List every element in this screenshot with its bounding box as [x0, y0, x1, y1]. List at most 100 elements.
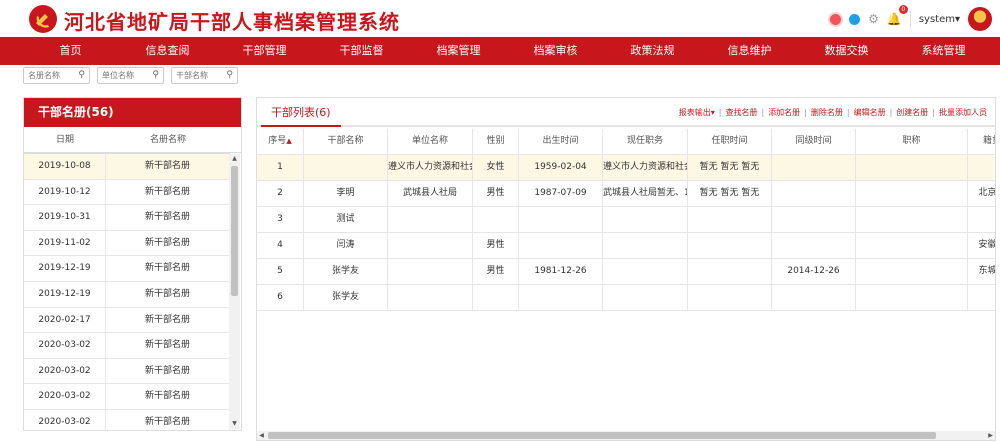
nav-home[interactable]: 首页 [22, 37, 119, 65]
cell-birth-date: 1987-07-09 [519, 181, 603, 206]
table-row[interactable]: 1 遵义市人力资源和社会保障局 女性 1959-02-04 遵义市人力资源和社会… [257, 155, 995, 181]
nav-cadre-management[interactable]: 干部管理 [216, 37, 313, 65]
nav-system-management[interactable]: 系统管理 [895, 37, 992, 65]
cell-roster-name: 新干部名册 [106, 281, 230, 307]
column-header-appointment-date[interactable]: 任职时间 [688, 129, 772, 154]
nav-cadre-supervision[interactable]: 干部监督 [313, 37, 410, 65]
table-row[interactable]: 2019-10-08 新干部名册 [24, 154, 230, 180]
cell-native-place [968, 155, 995, 180]
scroll-down-icon[interactable]: ▼ [229, 419, 240, 429]
table-row[interactable]: 2019-10-31 新干部名册 [24, 205, 230, 231]
scroll-up-icon[interactable]: ▲ [229, 154, 240, 164]
cell-current-position [603, 285, 688, 310]
tab-cadre-list[interactable]: 干部列表(6) [261, 98, 341, 127]
table-row[interactable]: 2020-03-02 新干部名册 [24, 333, 230, 359]
scroll-left-icon[interactable]: ◀ [257, 431, 266, 440]
roster-name-input[interactable] [24, 68, 76, 83]
cell-birth-date [519, 207, 603, 232]
cell-unit-name: 武城县人社局 [388, 181, 473, 206]
table-row[interactable]: 2 李明 武城县人社局 男性 1987-07-09 武城县人社局暂无、1 暂无 … [257, 181, 995, 207]
user-menu[interactable]: system▾ [919, 14, 960, 25]
cell-title [856, 233, 968, 258]
red-status-dot-icon[interactable] [830, 13, 842, 25]
cadre-table: 序号▲ 干部名称 单位名称 性别 出生时间 现任职务 任职时间 同级时间 职称 … [257, 129, 995, 311]
bell-icon[interactable]: 🔔 0 [887, 5, 908, 26]
nav-info-query[interactable]: 信息查阅 [119, 37, 216, 65]
table-row[interactable]: 2019-12-19 新干部名册 [24, 281, 230, 308]
column-header-current-position[interactable]: 现任职务 [603, 129, 688, 154]
cell-index: 4 [257, 233, 304, 258]
cell-roster-name: 新干部名册 [106, 333, 230, 358]
nav-data-exchange[interactable]: 数据交换 [798, 37, 895, 65]
cell-index: 6 [257, 285, 304, 310]
column-header-native-place[interactable]: 籍贯 [968, 129, 995, 154]
search-icon[interactable]: ⚲ [152, 70, 159, 80]
table-row[interactable]: 2020-03-02 新干部名册 [24, 384, 230, 410]
table-row[interactable]: 2020-03-02 新干部名册 [24, 409, 230, 430]
column-header-same-level-date[interactable]: 同级时间 [772, 129, 856, 154]
table-row[interactable]: 3 测试 [257, 207, 995, 233]
cell-date: 2019-11-02 [24, 230, 106, 256]
table-row[interactable]: 2019-12-19 新干部名册 [24, 256, 230, 282]
cell-gender: 男性 [473, 259, 519, 284]
column-header-date[interactable]: 日期 [24, 127, 106, 152]
cell-cadre-name: 测试 [304, 207, 388, 232]
column-header-title[interactable]: 职称 [856, 129, 968, 154]
search-icon[interactable]: ⚲ [78, 70, 85, 80]
cell-same-level-date [772, 233, 856, 258]
search-icon[interactable]: ⚲ [226, 70, 233, 80]
column-header-roster-name[interactable]: 名册名称 [106, 127, 230, 152]
table-row[interactable]: 2020-03-02 新干部名册 [24, 358, 230, 385]
table-row[interactable]: 5 张学友 男性 1981-12-26 2014-12-26 东城区 [257, 259, 995, 285]
nav-policy[interactable]: 政策法规 [604, 37, 701, 65]
table-row[interactable]: 4 闫涛 男性 安徽省 [257, 233, 995, 259]
column-header-birth-date[interactable]: 出生时间 [519, 129, 603, 154]
cell-cadre-name [304, 155, 388, 180]
cell-date: 2020-02-17 [24, 307, 106, 333]
cell-native-place: 安徽省 [968, 233, 995, 258]
edit-roster-link[interactable]: 编辑名册 [854, 98, 886, 128]
find-roster-link[interactable]: 查找名册 [725, 98, 757, 128]
roster-table-header: 日期 名册名称 [24, 127, 241, 153]
column-header-cadre-name[interactable]: 干部名称 [304, 129, 388, 154]
avatar[interactable] [968, 7, 992, 31]
divider: | [718, 108, 722, 117]
cell-roster-name: 新干部名册 [106, 409, 230, 430]
nav-archive-management[interactable]: 档案管理 [410, 37, 507, 65]
cadre-table-hscrollbar[interactable]: ◀ ▶ [257, 431, 995, 440]
table-row[interactable]: 2019-11-02 新干部名册 [24, 230, 230, 257]
roster-table-body: 2019-10-08 新干部名册 2019-10-12 新干部名册 2019-10-… [24, 153, 230, 430]
roster-panel-title: 干部名册(56) [24, 98, 241, 127]
cell-date: 2020-03-02 [24, 384, 106, 409]
cell-native-place: 北京市 [968, 181, 995, 206]
create-roster-link[interactable]: 创建名册 [896, 98, 928, 128]
blue-status-dot-icon[interactable] [849, 13, 861, 25]
cell-roster-name: 新干部名册 [106, 307, 230, 333]
scroll-right-icon[interactable]: ▶ [986, 431, 995, 440]
delete-roster-link[interactable]: 删除名册 [811, 98, 843, 128]
batch-add-people-link[interactable]: 批量添加人员 [939, 98, 987, 128]
scroll-thumb[interactable] [231, 166, 238, 296]
column-header-gender[interactable]: 性别 [473, 129, 519, 154]
cell-gender [473, 207, 519, 232]
cadre-list-tab-bar: 干部列表(6) 报表输出▾ | 查找名册 | 添加名册 | 删除名册 | 编辑名册 | 创… [257, 98, 995, 127]
cell-title [856, 181, 968, 206]
table-row[interactable]: 6 张学友 [257, 285, 995, 311]
add-roster-link[interactable]: 添加名册 [768, 98, 800, 128]
scroll-thumb[interactable] [268, 432, 936, 439]
unit-name-input[interactable] [98, 68, 150, 83]
cadre-name-input[interactable] [172, 68, 224, 83]
gear-icon[interactable]: ⚙ [868, 13, 879, 25]
column-header-unit-name[interactable]: 单位名称 [388, 129, 473, 154]
report-output-link[interactable]: 报表输出▾ [679, 98, 715, 128]
cell-same-level-date [772, 181, 856, 206]
cell-unit-name [388, 259, 473, 284]
nav-archive-review[interactable]: 档案审核 [507, 37, 604, 65]
column-header-index[interactable]: 序号▲ [257, 129, 304, 154]
cell-index: 2 [257, 181, 304, 206]
table-row[interactable]: 2019-10-12 新干部名册 [24, 179, 230, 206]
table-row[interactable]: 2020-02-17 新干部名册 [24, 307, 230, 334]
roster-scrollbar[interactable]: ▲ ▼ [229, 154, 240, 429]
divider: | [804, 108, 807, 117]
nav-info-maintenance[interactable]: 信息维护 [701, 37, 798, 65]
